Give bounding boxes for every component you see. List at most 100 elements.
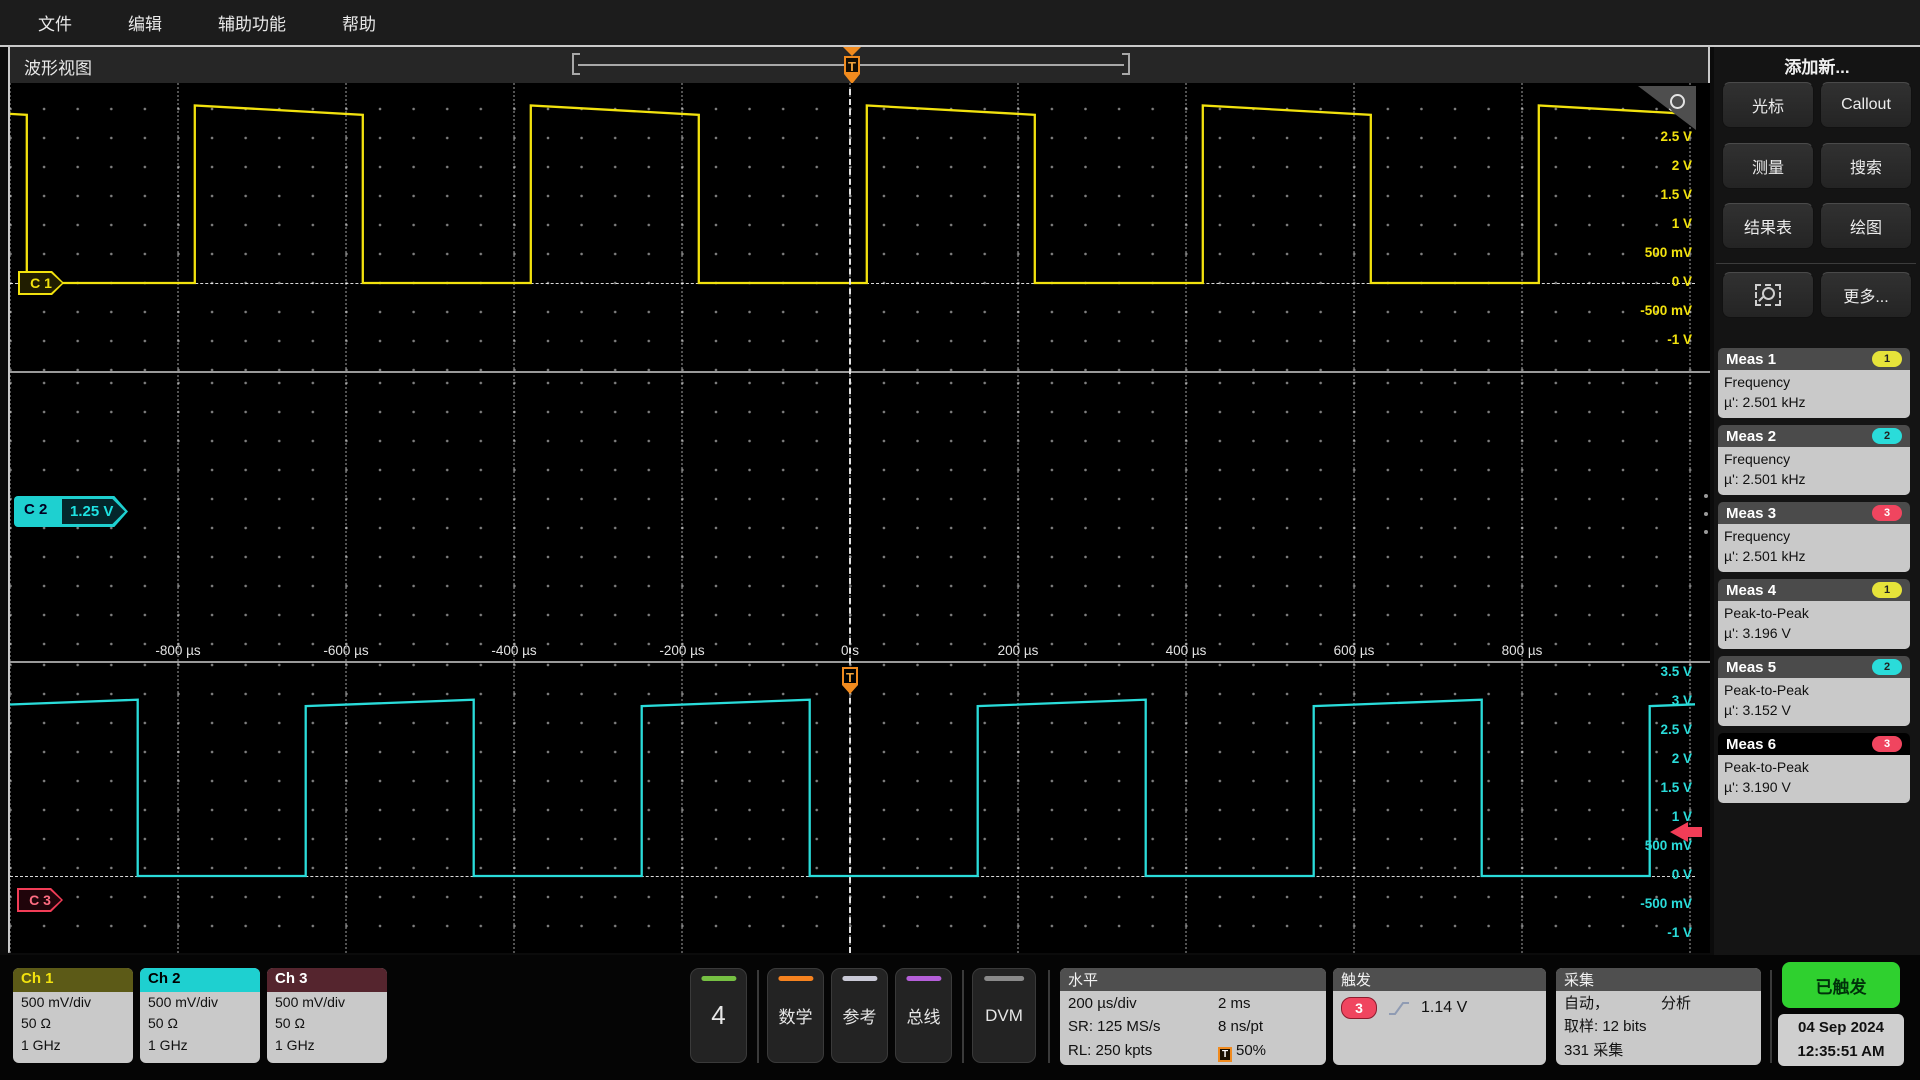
results-sidebar: 添加新... 光标Callout测量搜索结果表绘图更多... Meas 11Fr… bbox=[1714, 47, 1920, 955]
rising-edge-icon bbox=[1387, 1000, 1411, 1017]
meas-value: µ': 2.501 kHz bbox=[1724, 546, 1904, 566]
meas-type: Frequency bbox=[1724, 449, 1904, 469]
meas-value: µ': 2.501 kHz bbox=[1724, 392, 1904, 412]
horizontal-cell: 8 ns/pt bbox=[1218, 1015, 1318, 1038]
acquisition-panel[interactable]: 采集 自动， 分析 取样: 12 bits 331 采集 bbox=[1556, 968, 1761, 1065]
magnifier-handle bbox=[1758, 296, 1764, 302]
horizontal-cell: 2 ms bbox=[1218, 992, 1318, 1015]
meas-card-header: Meas 33 bbox=[1718, 502, 1910, 524]
button-stripe bbox=[984, 976, 1024, 981]
meas-card-header: Meas 11 bbox=[1718, 348, 1910, 370]
v-label-ch2: -1 V bbox=[1667, 925, 1692, 940]
channel2-handle[interactable]: C 2 1.25 V bbox=[14, 496, 128, 527]
cursor-button[interactable]: 光标 bbox=[1722, 82, 1814, 128]
more-button[interactable]: 更多... bbox=[1820, 272, 1912, 318]
source-badge: 3 bbox=[1872, 505, 1902, 521]
v-label-ch1: 2 V bbox=[1672, 158, 1692, 173]
trigger-status-button[interactable]: 已触发 bbox=[1782, 962, 1900, 1008]
meas-card-5[interactable]: Meas 5 2 Peak-to-Peakµ': 3.152 V bbox=[1718, 656, 1910, 726]
meas-type: Frequency bbox=[1724, 526, 1904, 546]
meas-card-2[interactable]: Meas 22Frequencyµ': 2.501 kHz bbox=[1718, 425, 1910, 495]
divider bbox=[757, 970, 759, 1063]
t-label: 400 µs bbox=[1166, 643, 1207, 658]
trigger-position-icon[interactable] bbox=[843, 47, 861, 56]
channel-bandwidth: 1 GHz bbox=[13, 1035, 133, 1056]
acquisition-analysis: 分析 bbox=[1661, 992, 1691, 1015]
source-badge: 1 bbox=[1872, 351, 1902, 367]
meas-card-3[interactable]: Meas 33Frequencyµ': 2.501 kHz bbox=[1718, 502, 1910, 572]
meas-name: Meas 5 bbox=[1726, 659, 1776, 676]
meas-type: Peak-to-Peak bbox=[1724, 757, 1904, 777]
button-label: DVM bbox=[985, 1006, 1023, 1026]
channel-impedance: 50 Ω bbox=[140, 1013, 260, 1034]
meas-card-body: Peak-to-Peakµ': 3.190 V bbox=[1718, 755, 1910, 803]
divider bbox=[1048, 970, 1050, 1063]
trigger-source-marker[interactable]: T bbox=[842, 667, 858, 694]
trigger-position-marker[interactable]: T bbox=[844, 56, 860, 84]
waveform-view-title: 波形视图 bbox=[24, 54, 92, 79]
source-badge: 1 bbox=[1872, 582, 1902, 598]
trace-ch1 bbox=[10, 106, 1695, 284]
horizontal-panel[interactable]: 水平 200 µs/div2 msSR: 125 MS/s8 ns/ptRL: … bbox=[1060, 968, 1326, 1065]
source-badge: 2 bbox=[1872, 428, 1902, 444]
v-label-ch2: 2.5 V bbox=[1660, 722, 1692, 737]
v-label-ch2: 0 V bbox=[1672, 867, 1692, 882]
trigger-source-badge: 3 bbox=[1341, 997, 1377, 1019]
search-button[interactable]: 搜索 bbox=[1820, 143, 1912, 189]
channel-bandwidth: 1 GHz bbox=[267, 1035, 387, 1056]
v-label-ch1: -1 V bbox=[1667, 332, 1692, 347]
meas-card-1[interactable]: Meas 11Frequencyµ': 2.501 kHz bbox=[1718, 348, 1910, 418]
measure-button[interactable]: 测量 bbox=[1722, 143, 1814, 189]
source-badge: 2 bbox=[1872, 659, 1902, 675]
menu-item-3[interactable]: 辅助功能 bbox=[218, 10, 286, 35]
horizontal-cell: 200 µs/div bbox=[1068, 992, 1218, 1015]
bracket-right-cap bbox=[1122, 53, 1130, 75]
waveform-canvas[interactable]: 2.5 V2 V1.5 V1 V500 mV0 V-500 mV-1 V3.5 … bbox=[10, 83, 1710, 953]
v-label-ch2: -500 mV bbox=[1640, 896, 1692, 911]
channel-badge-2[interactable]: Ch 2500 mV/div50 Ω1 GHz bbox=[140, 968, 260, 1063]
horizontal-cell: T50% bbox=[1218, 1039, 1318, 1062]
channel-badge-1[interactable]: Ch 1500 mV/div50 Ω1 GHz bbox=[13, 968, 133, 1063]
channel-bandwidth: 1 GHz bbox=[140, 1035, 260, 1056]
channel1-handle[interactable]: C 1 bbox=[18, 271, 64, 295]
panel-splitter-grip[interactable] bbox=[1703, 490, 1709, 538]
dvm-button[interactable]: DVM bbox=[972, 968, 1036, 1063]
channel-badge-3[interactable]: Ch 3500 mV/div50 Ω1 GHz bbox=[267, 968, 387, 1063]
trigger-panel[interactable]: 触发 3 1.14 V bbox=[1333, 968, 1546, 1065]
plot-button[interactable]: 绘图 bbox=[1820, 203, 1912, 249]
meas-card-body: Peak-to-Peakµ': 3.152 V bbox=[1718, 678, 1910, 726]
menu-item-1[interactable]: 文件 bbox=[38, 10, 72, 35]
meas-card-4[interactable]: Meas 41Peak-to-Peakµ': 3.196 V bbox=[1718, 579, 1910, 649]
trigger-level-arrow[interactable] bbox=[1670, 822, 1688, 842]
magnifier-icon bbox=[1762, 287, 1775, 300]
datetime-badge: 04 Sep 2024 12:35:51 AM bbox=[1778, 1014, 1904, 1066]
button-stripe bbox=[906, 976, 941, 981]
bus-button[interactable]: 总线 bbox=[895, 968, 952, 1063]
reference-button[interactable]: 参考 bbox=[831, 968, 888, 1063]
channel4-button[interactable]: 4 bbox=[690, 968, 747, 1063]
v-label-ch2: 3 V bbox=[1672, 693, 1692, 708]
horizontal-panel-title: 水平 bbox=[1060, 968, 1326, 991]
channel-scale: 500 mV/div bbox=[140, 992, 260, 1013]
meas-card-6[interactable]: Meas 63Peak-to-Peakµ': 3.190 V bbox=[1718, 733, 1910, 803]
trigger-t-icon: T bbox=[844, 56, 860, 74]
meas-type: Frequency bbox=[1724, 372, 1904, 392]
meas-value: µ': 3.152 V bbox=[1724, 700, 1904, 720]
v-label-ch1: -500 mV bbox=[1640, 303, 1692, 318]
menu-item-4[interactable]: 帮助 bbox=[342, 10, 376, 35]
date-text: 04 Sep 2024 bbox=[1778, 1016, 1904, 1040]
menu-item-2[interactable]: 编辑 bbox=[128, 10, 162, 35]
trigger-t-icon: T bbox=[1218, 1047, 1232, 1062]
callout-button[interactable]: Callout bbox=[1820, 82, 1912, 128]
trigger-time-line bbox=[849, 89, 851, 953]
trace-ch2 bbox=[10, 700, 1695, 876]
channel3-handle[interactable]: C 3 bbox=[17, 888, 63, 912]
results-table-button[interactable]: 结果表 bbox=[1722, 203, 1814, 249]
channel2-level-readout: 1.25 V bbox=[62, 499, 125, 524]
channel-scale: 500 mV/div bbox=[267, 992, 387, 1013]
zoom-select-button[interactable] bbox=[1722, 272, 1814, 318]
meas-value: µ': 2.501 kHz bbox=[1724, 469, 1904, 489]
oscilloscope-app: 文件编辑辅助功能帮助 波形视图 T 2.5 V2 V1.5 V1 V500 mV… bbox=[0, 0, 1920, 1080]
settings-bar: Ch 1500 mV/div50 Ω1 GHzCh 2500 mV/div50 … bbox=[0, 955, 1920, 1080]
math-button[interactable]: 数学 bbox=[767, 968, 824, 1063]
